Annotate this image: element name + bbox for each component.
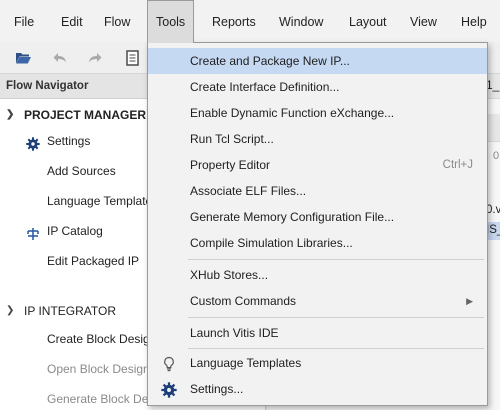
document-icon[interactable] — [126, 50, 142, 66]
menu-layout[interactable]: Layout — [349, 12, 387, 32]
chevron-down-icon[interactable]: ❯ — [6, 298, 14, 324]
menu-item-property-editor[interactable]: Property Editor Ctrl+J — [148, 152, 487, 178]
menu-help[interactable]: Help — [461, 12, 487, 32]
menu-item-create-interface-definition[interactable]: Create Interface Definition... — [148, 74, 487, 100]
panel-title-fragment: 1_ — [486, 78, 500, 92]
menubar: File Edit Flow Tools Reports Window Layo… — [0, 0, 500, 43]
menu-item-associate-elf[interactable]: Associate ELF Files... — [148, 178, 487, 204]
ip-catalog-icon — [26, 224, 40, 240]
nav-item-label: Open Block Design — [47, 362, 150, 376]
gear-icon — [161, 381, 177, 398]
menu-reports[interactable]: Reports — [212, 12, 256, 32]
panel-fragment: IS_ — [486, 224, 500, 236]
menu-separator — [188, 259, 484, 260]
menu-separator — [188, 317, 484, 318]
menu-item-launch-vitis-ide[interactable]: Launch Vitis IDE — [148, 320, 487, 346]
undo-icon[interactable] — [52, 50, 68, 66]
menu-item-enable-dfx[interactable]: Enable Dynamic Function eXchange... — [148, 100, 487, 126]
menu-edit[interactable]: Edit — [61, 12, 83, 32]
nav-item-label: Language Templates — [47, 194, 159, 208]
nav-item-label: Settings — [47, 134, 91, 148]
tools-menu: Create and Package New IP... Create Inte… — [147, 42, 488, 406]
menu-item-custom-commands[interactable]: Custom Commands ▶ — [148, 288, 487, 314]
menu-item-xhub-stores[interactable]: XHub Stores... — [148, 262, 487, 288]
nav-section-label: PROJECT MANAGER — [24, 108, 147, 122]
chevron-down-icon[interactable]: ❯ — [6, 102, 14, 128]
menu-tools[interactable]: Tools — [147, 0, 195, 43]
submenu-arrow-icon: ▶ — [466, 296, 473, 306]
redo-icon[interactable] — [87, 50, 103, 66]
menu-flow[interactable]: Flow — [104, 12, 130, 32]
menu-window[interactable]: Window — [279, 12, 323, 32]
menu-view[interactable]: View — [410, 12, 437, 32]
lightbulb-icon — [161, 355, 177, 372]
gear-icon — [26, 134, 40, 151]
open-project-icon[interactable] — [15, 50, 31, 66]
menu-item-create-package-ip[interactable]: Create and Package New IP... — [148, 48, 487, 74]
menu-item-language-templates[interactable]: Language Templates — [148, 350, 487, 376]
nav-section-label: IP INTEGRATOR — [24, 304, 117, 318]
shortcut-label: Ctrl+J — [442, 159, 473, 171]
panel-fragment: 0 — [493, 150, 500, 162]
nav-item-label: Edit Packaged IP — [47, 254, 140, 268]
nav-item-label: Create Block Design — [47, 332, 157, 346]
menu-item-run-tcl-script[interactable]: Run Tcl Script... — [148, 126, 487, 152]
menu-item-settings[interactable]: Settings... — [148, 376, 487, 402]
panel-fragment: 0.v — [486, 204, 500, 216]
menu-item-compile-sim-libraries[interactable]: Compile Simulation Libraries... — [148, 230, 487, 256]
menu-item-generate-memory-config[interactable]: Generate Memory Configuration File... — [148, 204, 487, 230]
menu-separator — [188, 348, 484, 349]
nav-item-label: Add Sources — [47, 164, 116, 178]
nav-item-label: IP Catalog — [47, 224, 103, 238]
menu-file[interactable]: File — [14, 12, 34, 32]
